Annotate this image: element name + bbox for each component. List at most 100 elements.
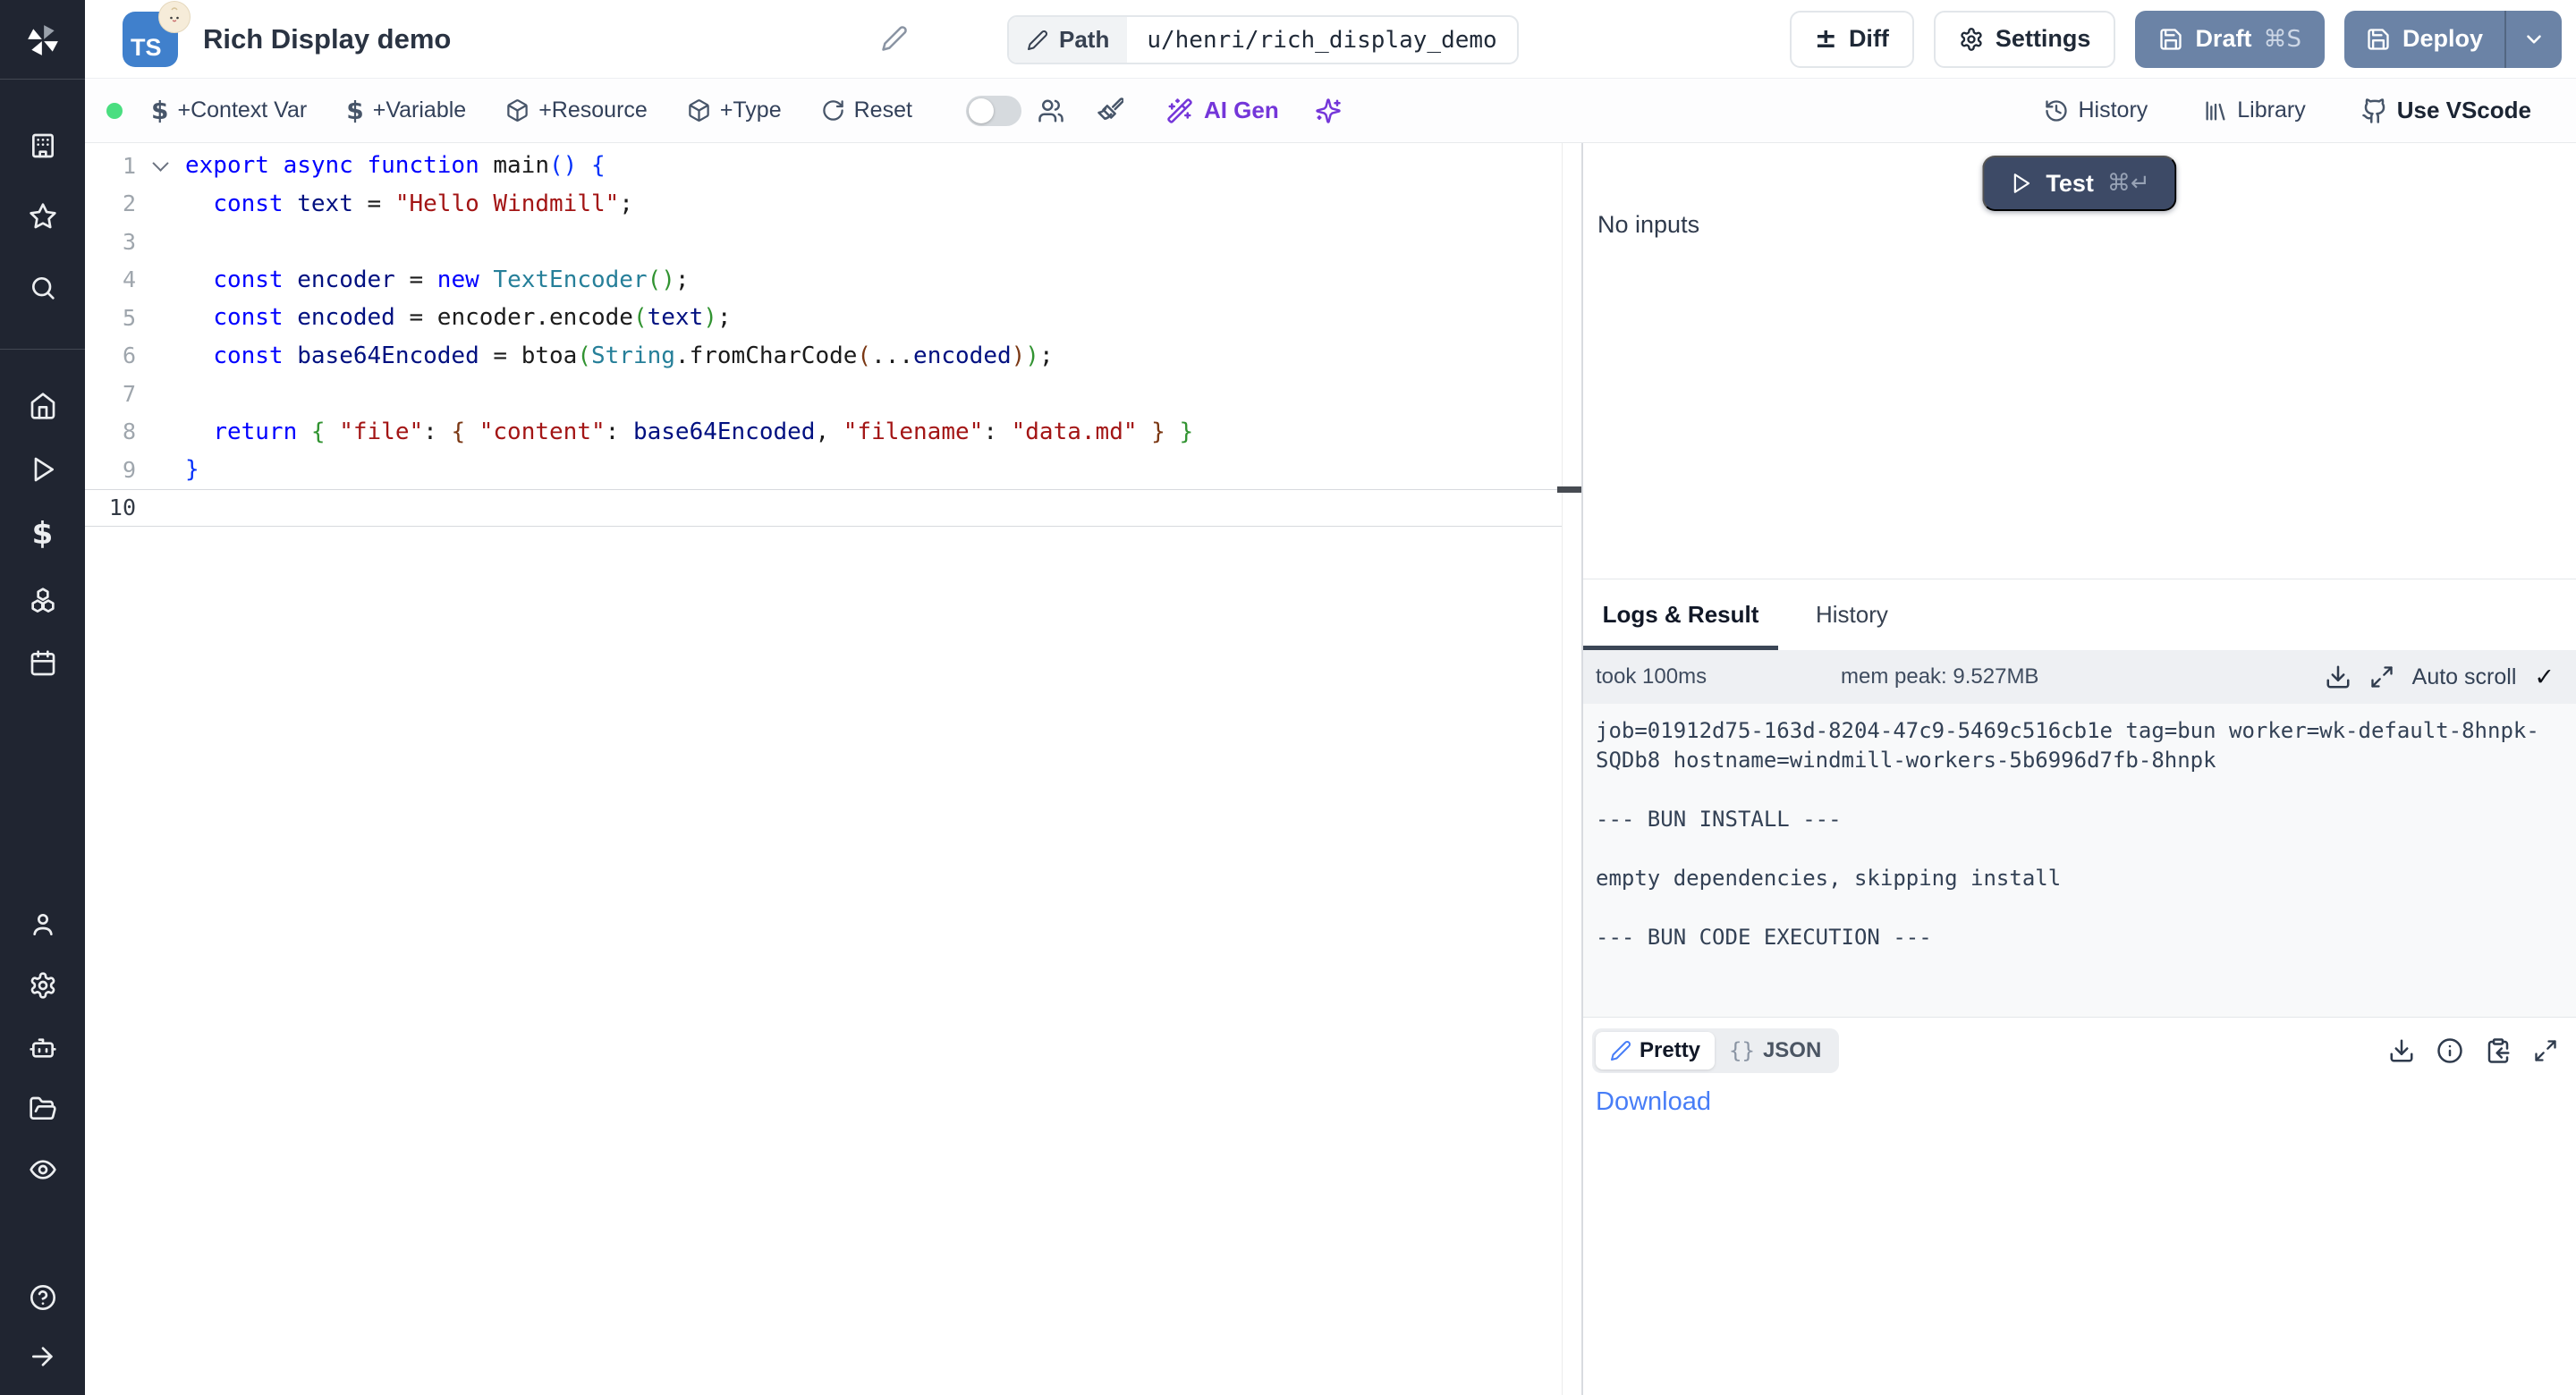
code-text: export async function main() {	[185, 152, 606, 179]
format-brush-icon[interactable]	[1097, 97, 1123, 124]
pencil-icon	[1027, 30, 1048, 51]
diff-mode-toggle[interactable]	[966, 96, 1021, 126]
info-icon[interactable]	[2436, 1037, 2463, 1064]
sidebar-logo[interactable]	[0, 20, 85, 61]
expand-logs-icon[interactable]	[2369, 664, 2394, 689]
code-text: }	[185, 456, 199, 483]
sparkles-icon[interactable]	[1315, 97, 1342, 124]
sidebar-item-settings[interactable]	[0, 971, 85, 1000]
sidebar-item-favorites[interactable]	[0, 202, 85, 231]
run-duration: took 100ms	[1596, 664, 1841, 689]
sidebar-item-resources[interactable]	[0, 585, 85, 613]
play-icon	[2009, 172, 2032, 195]
run-stats-bar: took 100ms mem peak: 9.527MB Auto scroll…	[1583, 650, 2576, 704]
sidebar-item-users[interactable]	[0, 910, 85, 939]
sidebar-item-help[interactable]	[0, 1283, 85, 1312]
deploy-label: Deploy	[2402, 25, 2483, 53]
gear-icon	[29, 971, 57, 1000]
code-editor[interactable]: 1 export async function main() { 2 const t…	[85, 143, 1562, 1395]
code-line[interactable]: 10	[85, 489, 1562, 528]
result-view-pretty[interactable]: Pretty	[1596, 1032, 1715, 1070]
package-icon	[505, 98, 530, 123]
history-button[interactable]: History	[2044, 97, 2148, 123]
play-icon	[29, 455, 57, 484]
line-number: 8	[85, 418, 136, 444]
top-header: TS Rich Display demo Path u/henri/rich_d…	[85, 0, 2576, 79]
use-vscode-label: Use VScode	[2397, 97, 2531, 124]
test-label: Test	[2046, 170, 2094, 198]
library-label: Library	[2237, 97, 2305, 123]
app-sidebar: $	[0, 0, 85, 1395]
code-line[interactable]: 2 const text = "Hello Windmill";	[85, 185, 1562, 224]
sidebar-item-search[interactable]	[0, 274, 85, 302]
add-resource-button[interactable]: +Resource	[505, 97, 648, 123]
users-icon[interactable]	[1038, 97, 1064, 124]
deploy-button[interactable]: Deploy	[2344, 11, 2504, 68]
sidebar-divider	[0, 79, 85, 80]
code-line[interactable]: 5 const encoded = encoder.encode(text);	[85, 299, 1562, 337]
edit-title-pencil-icon[interactable]	[881, 25, 908, 52]
reset-button[interactable]: Reset	[821, 97, 912, 123]
code-line[interactable]: 3	[85, 223, 1562, 261]
line-number: 5	[85, 305, 136, 331]
download-logs-icon[interactable]	[2325, 664, 2351, 690]
code-line[interactable]: 1 export async function main() {	[85, 147, 1562, 185]
tab-logs-result[interactable]: Logs & Result	[1583, 579, 1778, 650]
line-number: 2	[85, 190, 136, 216]
auto-scroll-label: Auto scroll	[2412, 664, 2517, 690]
sidebar-item-folders[interactable]	[0, 1095, 85, 1123]
log-output[interactable]: job=01912d75-163d-8204-47c9-5469c516cb1e…	[1583, 704, 2576, 1017]
ai-gen-button[interactable]: AI Gen	[1166, 97, 1279, 124]
line-number: 9	[85, 457, 136, 483]
library-icon	[2203, 98, 2228, 123]
result-actions	[2388, 1037, 2558, 1064]
deploy-dropdown-button[interactable]	[2506, 11, 2562, 68]
code-line[interactable]: 4 const encoder = new TextEncoder();	[85, 261, 1562, 300]
dollar-icon: $	[346, 96, 363, 125]
add-type-button[interactable]: +Type	[687, 97, 782, 123]
line-number: 6	[85, 342, 136, 368]
library-button[interactable]: Library	[2203, 97, 2305, 123]
fold-chevron-icon[interactable]	[136, 160, 185, 172]
sidebar-item-variables[interactable]: $	[0, 520, 85, 548]
inputs-section: Test ⌘↵ No inputs	[1583, 143, 2576, 579]
sidebar-item-home[interactable]	[0, 392, 85, 420]
code-line[interactable]: 9}	[85, 451, 1562, 489]
sidebar-item-schedules[interactable]	[0, 649, 85, 678]
sidebar-item-workspace[interactable]	[0, 131, 85, 160]
add-context-var-button[interactable]: $ +Context Var	[151, 96, 307, 125]
toggle-knob	[969, 98, 994, 123]
windmill-script-editor: { "header": { "lang_badge": "TS", "title…	[0, 0, 2576, 1395]
code-line[interactable]: 6 const base64Encoded = btoa(String.from…	[85, 337, 1562, 376]
sidebar-item-workers[interactable]	[0, 1034, 85, 1062]
download-result-icon[interactable]	[2388, 1037, 2415, 1064]
line-number: 3	[85, 229, 136, 255]
draft-shortcut: ⌘S	[2263, 26, 2301, 53]
settings-button[interactable]: Settings	[1934, 11, 2116, 68]
draft-button[interactable]: Draft ⌘S	[2135, 11, 2325, 68]
code-line[interactable]: 7	[85, 375, 1562, 413]
code-line[interactable]: 8 return { "file": { "content": base64En…	[85, 413, 1562, 452]
script-path-control[interactable]: Path u/henri/rich_display_demo	[1007, 15, 1519, 64]
add-variable-button[interactable]: $ +Variable	[346, 96, 466, 125]
tab-history[interactable]: History	[1816, 579, 1888, 650]
auto-scroll-check-icon[interactable]: ✓	[2534, 664, 2555, 691]
sidebar-item-audit-logs[interactable]	[0, 1155, 85, 1184]
home-icon	[29, 392, 57, 420]
test-shortcut: ⌘↵	[2107, 170, 2150, 197]
result-view-json[interactable]: {} JSON	[1715, 1032, 1835, 1070]
dollar-icon: $	[151, 96, 168, 125]
logs-tabbar: Logs & Result History	[1583, 579, 2576, 650]
sidebar-item-expand[interactable]	[0, 1342, 85, 1371]
test-button[interactable]: Test ⌘↵	[1982, 156, 2176, 211]
path-label: Path	[1059, 26, 1109, 54]
diff-button[interactable]: ± Diff	[1790, 11, 1914, 68]
download-result-link[interactable]: Download	[1596, 1087, 1711, 1117]
sidebar-item-runs[interactable]	[0, 455, 85, 484]
gear-icon	[1959, 27, 1984, 52]
copy-to-clipboard-icon[interactable]	[2485, 1037, 2512, 1064]
expand-result-icon[interactable]	[2533, 1038, 2558, 1063]
editor-overview-ruler[interactable]	[1562, 143, 1581, 1395]
line-number: 1	[85, 153, 136, 179]
use-vscode-button[interactable]: Use VScode	[2361, 97, 2531, 124]
